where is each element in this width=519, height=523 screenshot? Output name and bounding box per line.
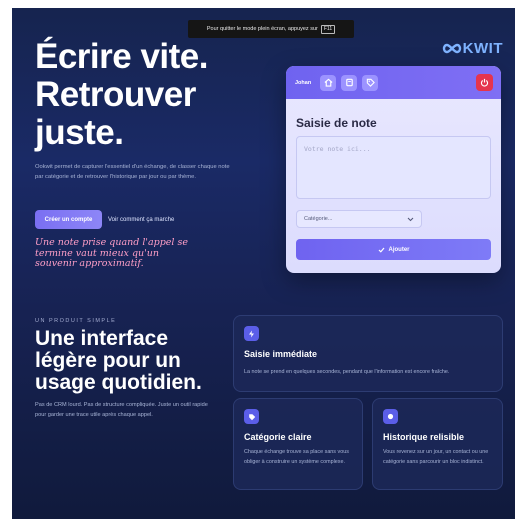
hero-quote: Une note prise quand l'appel se termine … bbox=[35, 237, 188, 269]
section-description: Pas de CRM lourd. Pas de structure compl… bbox=[35, 402, 208, 418]
circle-icon bbox=[387, 413, 394, 420]
add-note-button[interactable]: Ajouter bbox=[296, 239, 491, 260]
feature-card-category: Catégorie claire Chaque échange trouve s… bbox=[233, 398, 363, 490]
card-title: Saisie de note bbox=[296, 116, 377, 130]
home-icon bbox=[324, 78, 333, 87]
app-top-bar: Johan bbox=[286, 66, 501, 99]
book-icon bbox=[345, 78, 353, 87]
feature-icon bbox=[383, 409, 398, 424]
power-icon bbox=[480, 78, 489, 87]
logo[interactable]: KWIT bbox=[442, 40, 503, 57]
feature-icon bbox=[244, 409, 259, 424]
bolt-icon bbox=[249, 330, 254, 337]
note-textarea[interactable] bbox=[296, 136, 491, 199]
feature-card-instant: Saisie immédiate La note se prend en que… bbox=[233, 315, 503, 392]
feature-title: Catégorie claire bbox=[244, 432, 312, 442]
categories-button[interactable] bbox=[362, 74, 379, 91]
home-button[interactable] bbox=[320, 74, 337, 91]
tag-icon bbox=[248, 413, 255, 420]
feature-icon bbox=[244, 326, 259, 341]
feature-title: Saisie immédiate bbox=[244, 349, 318, 359]
logout-button[interactable] bbox=[476, 74, 493, 91]
feature-title: Historique relisible bbox=[383, 432, 465, 442]
hero-title: Écrire vite. Retrouver juste. bbox=[35, 37, 209, 152]
check-icon bbox=[378, 247, 384, 253]
feature-text: La note se prend en quelques secondes, p… bbox=[244, 369, 450, 375]
notes-button[interactable] bbox=[341, 74, 358, 91]
add-note-label: Ajouter bbox=[388, 246, 410, 253]
logo-text: KWIT bbox=[462, 40, 503, 57]
infinity-icon bbox=[442, 43, 461, 54]
feature-text: Vous revenez sur un jour, un contact ou … bbox=[383, 449, 489, 465]
feature-text: Chaque échange trouve sa place sans vous… bbox=[244, 449, 349, 465]
category-select-value: Catégorie... bbox=[304, 216, 333, 222]
user-name: Johan bbox=[295, 79, 312, 86]
section-eyebrow: UN PRODUIT SIMPLE bbox=[35, 318, 117, 324]
page: Pour quitter le mode plein écran, appuye… bbox=[12, 8, 515, 519]
hero-description: Ookwit permet de capturer l'essentiel d'… bbox=[35, 164, 230, 180]
category-select[interactable]: Catégorie... bbox=[296, 210, 422, 228]
fullscreen-banner-text: Pour quitter le mode plein écran, appuye… bbox=[206, 26, 318, 32]
create-account-button[interactable]: Créer un compte bbox=[35, 210, 102, 229]
chevron-down-icon bbox=[407, 217, 414, 221]
f11-key: F11 bbox=[320, 24, 336, 34]
fullscreen-banner: Pour quitter le mode plein écran, appuye… bbox=[188, 20, 354, 38]
note-app-card: Johan Saisie de note Votre note ici... C… bbox=[286, 66, 501, 273]
feature-card-history: Historique relisible Vous revenez sur un… bbox=[372, 398, 503, 490]
how-it-works-link[interactable]: Voir comment ça marche bbox=[108, 210, 174, 229]
section-title: Une interface légère pour un usage quoti… bbox=[35, 327, 202, 394]
tag-icon bbox=[366, 78, 375, 87]
